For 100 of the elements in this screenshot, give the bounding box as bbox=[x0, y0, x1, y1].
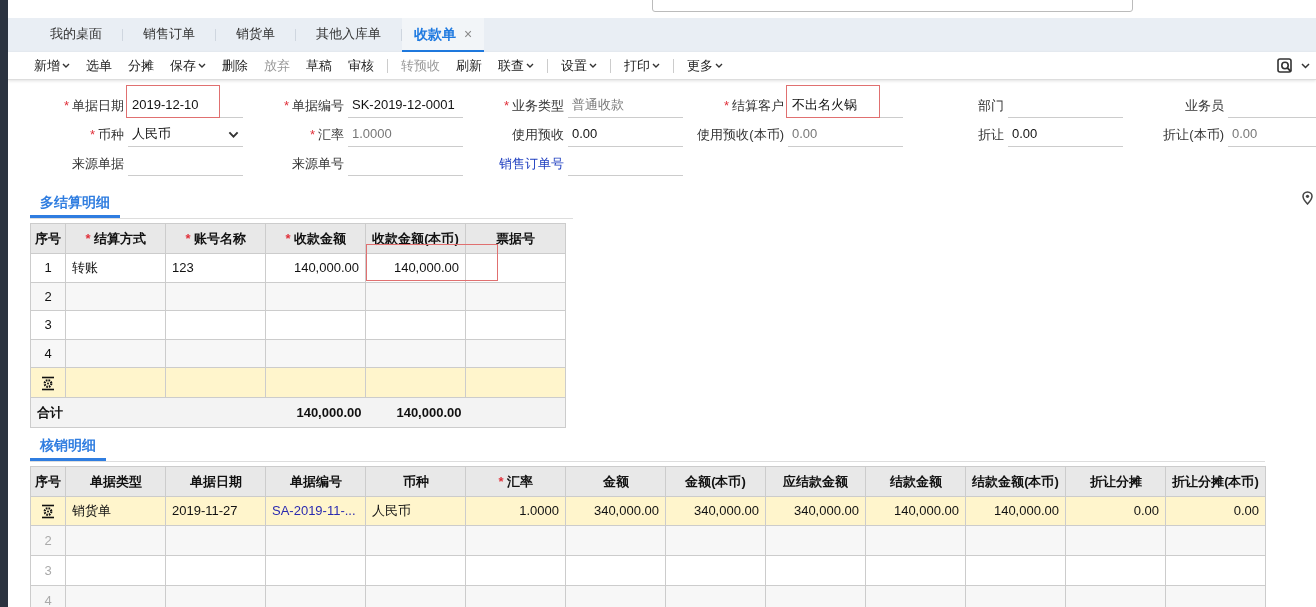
input-field[interactable]: 0.00 bbox=[1228, 122, 1316, 147]
total-value: 140,000.00 bbox=[365, 397, 466, 428]
row-number: 3 bbox=[30, 310, 66, 340]
section-tab[interactable]: 多结算明细 bbox=[30, 192, 120, 218]
column-header: 应结款金额 bbox=[765, 466, 866, 497]
gear-icon[interactable] bbox=[41, 375, 55, 391]
caret-icon[interactable] bbox=[62, 63, 70, 68]
toolbar-button[interactable]: 保存 bbox=[162, 55, 214, 76]
table-cell: 转账 bbox=[65, 253, 166, 283]
total-label: 合计 bbox=[30, 397, 66, 428]
column-header: 金额(本币) bbox=[665, 466, 766, 497]
column-header: * 汇率 bbox=[465, 466, 566, 497]
toolbar-button[interactable]: 设置 bbox=[553, 55, 605, 76]
caret-icon[interactable] bbox=[715, 63, 723, 68]
row-number: 2 bbox=[30, 525, 66, 556]
field-label: 业务员 bbox=[1185, 96, 1224, 115]
table-cell: 人民币 bbox=[365, 496, 466, 526]
column-header: 序号 bbox=[30, 223, 66, 254]
field-label: * 单据编号 bbox=[283, 96, 344, 115]
table-cell: 340,000.00 bbox=[565, 496, 666, 526]
column-header: 单据编号 bbox=[265, 466, 366, 497]
table-cell: 销货单 bbox=[65, 496, 166, 526]
table-cell: 2019-11-27 bbox=[165, 496, 266, 526]
row-number: 4 bbox=[30, 339, 66, 368]
column-header: 折让分摊 bbox=[1065, 466, 1166, 497]
input-field[interactable]: 普通收款 bbox=[568, 93, 683, 118]
field-label: * 结算客户 bbox=[723, 96, 784, 115]
row-number: 4 bbox=[30, 585, 66, 607]
toolbar-button[interactable]: 审核 bbox=[340, 55, 382, 76]
select-field[interactable]: 人民币 bbox=[128, 122, 243, 147]
column-header: * 结算方式 bbox=[65, 223, 166, 254]
table-cell: 340,000.00 bbox=[765, 496, 866, 526]
table-cell: SA-2019-11-... bbox=[265, 496, 366, 526]
table-cell: 0.00 bbox=[1065, 496, 1166, 526]
toolbar-button[interactable]: 分摊 bbox=[120, 55, 162, 76]
section-tab[interactable]: 核销明细 bbox=[30, 435, 106, 461]
tab[interactable]: 销售订单 bbox=[123, 18, 215, 52]
column-header: 序号 bbox=[30, 466, 66, 497]
field-label: 折让 bbox=[978, 125, 1004, 144]
field-label: * 业务类型 bbox=[503, 96, 564, 115]
toolbar-button[interactable]: 更多 bbox=[679, 55, 731, 76]
search-document-icon[interactable] bbox=[1277, 57, 1295, 74]
gear-icon[interactable] bbox=[41, 504, 55, 520]
column-header: 金额 bbox=[565, 466, 666, 497]
toolbar-button[interactable]: 打印 bbox=[616, 55, 668, 76]
column-header: 票据号 bbox=[465, 223, 566, 254]
column-header: * 账号名称 bbox=[165, 223, 266, 254]
column-header: * 收款金额 bbox=[265, 223, 366, 254]
toolbar-button[interactable]: 删除 bbox=[214, 55, 256, 76]
column-header: 单据类型 bbox=[65, 466, 166, 497]
column-header: 币种 bbox=[365, 466, 466, 497]
caret-icon[interactable] bbox=[526, 63, 534, 68]
tab[interactable]: 收款单 × bbox=[402, 18, 485, 52]
input-field[interactable]: 0.00 bbox=[788, 122, 903, 147]
toolbar-button[interactable]: 联查 bbox=[490, 55, 542, 76]
table-cell: 0.00 bbox=[1165, 496, 1266, 526]
row-number: 3 bbox=[30, 555, 66, 586]
tab[interactable]: 其他入库单 bbox=[296, 18, 401, 52]
location-pin-icon[interactable] bbox=[1302, 191, 1313, 205]
tab[interactable]: 销货单 bbox=[216, 18, 295, 52]
column-header: 结款金额 bbox=[865, 466, 966, 497]
table-cell: 140,000.00 bbox=[865, 496, 966, 526]
field-label: 折让(本币) bbox=[1163, 125, 1224, 144]
field-label: 来源单据 bbox=[72, 154, 124, 173]
table-cell: 140,000.00 bbox=[965, 496, 1066, 526]
column-header: 结款金额(本币) bbox=[965, 466, 1066, 497]
toolbar-button[interactable]: 新增 bbox=[26, 55, 78, 76]
field-label: * 币种 bbox=[89, 125, 124, 144]
input-field[interactable]: 不出名火锅 bbox=[788, 93, 903, 118]
field-label: 使用预收(本币) bbox=[697, 125, 784, 144]
input-field[interactable]: 2019-12-10 bbox=[128, 93, 243, 118]
table-row[interactable]: 销货单 2019-11-27 SA-2019-11-... 人民币 1.0000 340,000.00 340,000.00 340,000.00 140,000.00 140,000.00 0.00 0.00 bbox=[30, 496, 1266, 526]
field-label: 部门 bbox=[978, 96, 1004, 115]
row-number: 1 bbox=[30, 253, 66, 283]
row-number: 2 bbox=[30, 282, 66, 311]
field-label: 使用预收 bbox=[512, 125, 564, 144]
input-field[interactable]: 1.0000 bbox=[348, 122, 463, 147]
table-cell: 123 bbox=[165, 253, 266, 283]
table-cell: 140,000.00 bbox=[265, 253, 366, 283]
column-header: 折让分摊(本币) bbox=[1165, 466, 1266, 497]
caret-icon[interactable] bbox=[228, 130, 239, 138]
field-link[interactable]: 销售订单号 bbox=[499, 153, 564, 174]
total-value: 140,000.00 bbox=[265, 397, 366, 428]
input-field[interactable]: 0.00 bbox=[1008, 122, 1123, 147]
toolbar-button[interactable]: 选单 bbox=[78, 55, 120, 76]
caret-icon[interactable] bbox=[198, 63, 206, 68]
table-cell: 1.0000 bbox=[465, 496, 566, 526]
tab[interactable]: 我的桌面 bbox=[30, 18, 122, 52]
toolbar-button[interactable]: 刷新 bbox=[448, 55, 490, 76]
input-field[interactable]: SK-2019-12-0001 bbox=[348, 93, 463, 118]
caret-icon[interactable] bbox=[1301, 62, 1310, 69]
caret-icon[interactable] bbox=[652, 63, 660, 68]
toolbar-button[interactable]: 草稿 bbox=[298, 55, 340, 76]
input-field[interactable]: 0.00 bbox=[568, 122, 683, 147]
field-label: * 汇率 bbox=[309, 125, 344, 144]
field-label: * 单据日期 bbox=[63, 96, 124, 115]
table-cell: 340,000.00 bbox=[665, 496, 766, 526]
field-label: 来源单号 bbox=[292, 154, 344, 173]
column-header: 单据日期 bbox=[165, 466, 266, 497]
caret-icon[interactable] bbox=[589, 63, 597, 68]
